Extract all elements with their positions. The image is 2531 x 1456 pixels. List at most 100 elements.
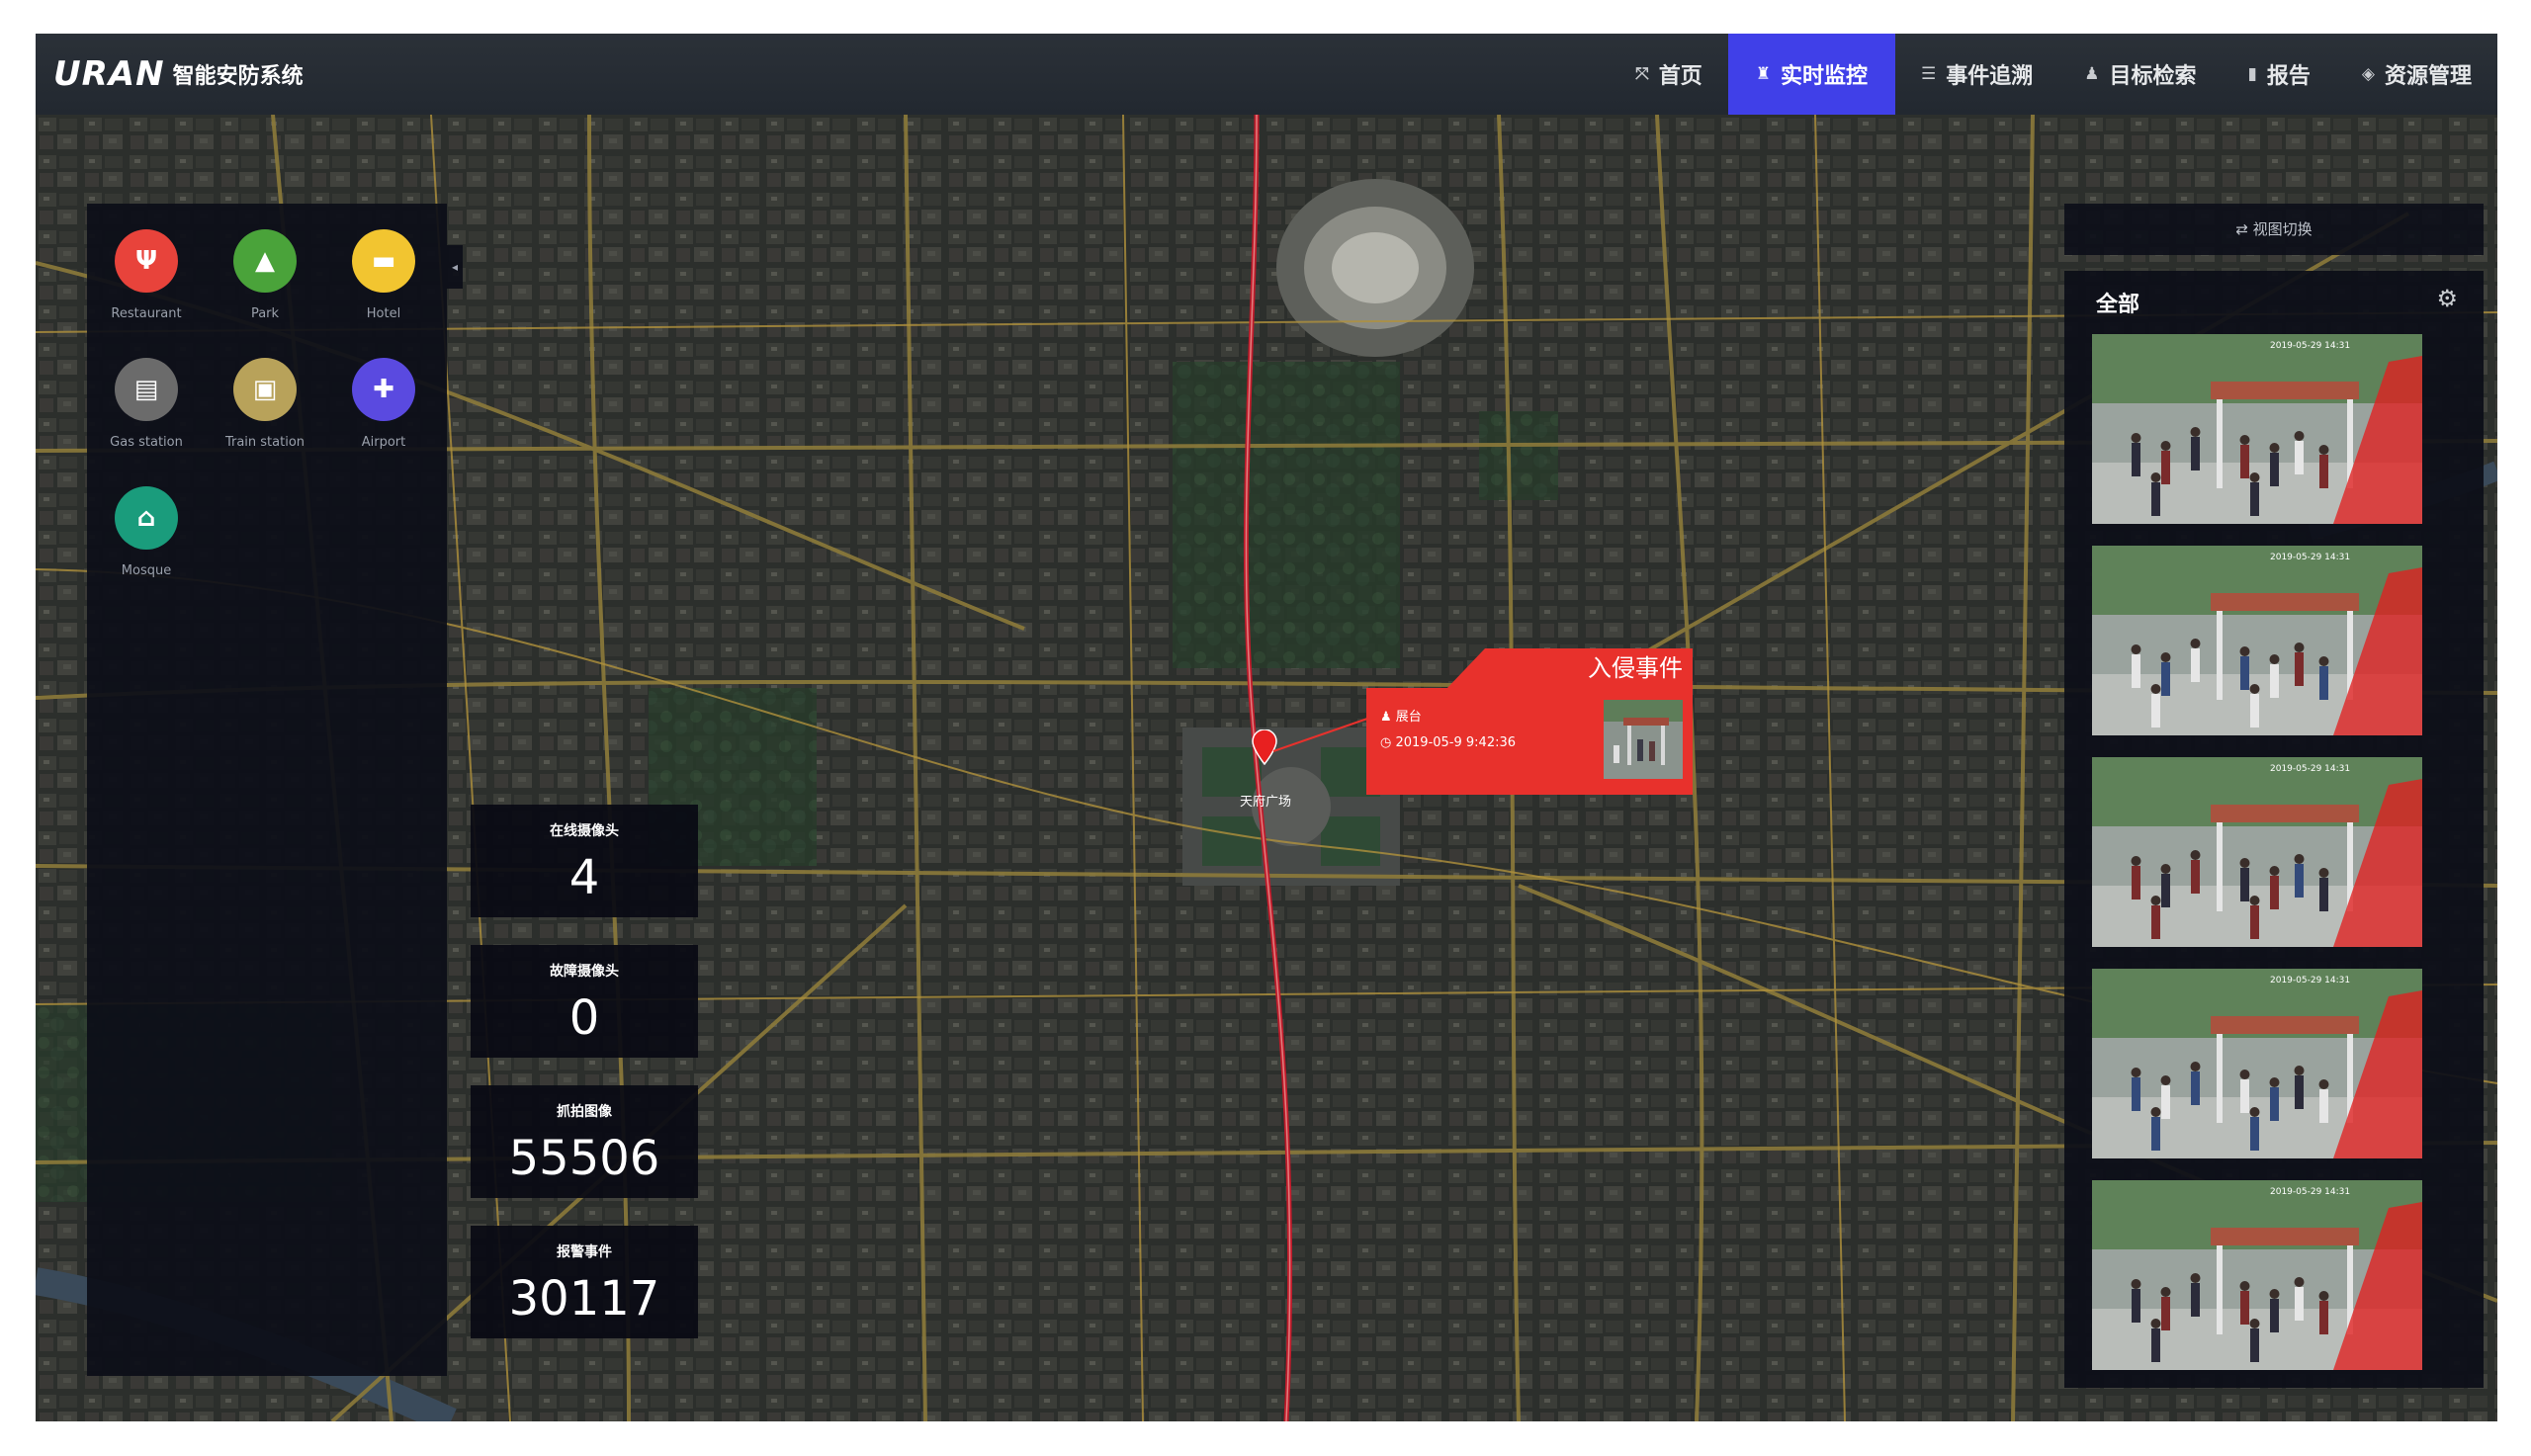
poi-label: Park [250,306,280,321]
poi-label: Mosque [121,563,172,578]
camera-feed[interactable]: 2019-05-29 14:31 [2092,969,2422,1158]
feed-timestamp: 2019-05-29 14:31 [2270,764,2350,774]
alert-snapshot-thumbnail[interactable] [1604,700,1683,779]
nav-realtime-monitor[interactable]: ♜ 实时监控 [1727,34,1895,115]
mosque-icon: ⌂ [115,486,178,550]
feed-person-head [2131,433,2141,443]
nav-label: 报告 [2266,64,2311,89]
switch-icon: ⇄ [2235,220,2253,238]
feed-person-head [2131,1068,2141,1077]
poi-park[interactable]: ▲ Park [206,229,324,321]
app-window: URAN 智能安防系统 ⤧ 首页 ♜ 实时监控 ☰ 事件追溯 ♟ 目标检索 ▮ 报告 ◈ 资… [36,34,2497,1421]
main-nav: ⤧ 首页 ♜ 实时监控 ☰ 事件追溯 ♟ 目标检索 ▮ 报告 ◈ 资源管理 [1610,34,2497,115]
feed-canopy-pillar [2217,611,2223,700]
feed-person [2319,1089,2328,1123]
feed-person-head [2318,445,2329,455]
feed-timestamp: 2019-05-29 14:31 [2270,1187,2350,1197]
intrusion-alert-popup[interactable]: 入侵事件 ♟ 展台 ◷ 2019-05-9 9:42:36 [1366,648,1693,795]
feed-person-head [2190,427,2201,437]
camera-feed-panel: 全部 ⚙ 2019-05-29 14:31 2019-05-29 14:31 2… [2064,271,2484,1388]
train-station-icon: ▣ [233,358,297,421]
feed-canopy-roof [2211,1228,2359,1245]
nav-home[interactable]: ⤧ 首页 [1610,34,1728,115]
feed-person [2240,445,2249,478]
feed-person [2161,1085,2170,1119]
feed-person-head [2160,1287,2171,1297]
poi-label: Airport [361,435,406,450]
feed-person [2191,1283,2200,1317]
feed-person-head [2269,1077,2280,1087]
feed-person-head [2249,472,2260,482]
camera-feed[interactable]: 2019-05-29 14:31 [2092,757,2422,947]
feed-person [2319,666,2328,700]
location-icon: ♟ [1380,710,1396,725]
poi-category-panel: Ψ Restaurant ▲ Park ▬ Hotel ▤ Gas statio… [87,204,447,1376]
feed-person-head [2190,639,2201,648]
collapse-panel-button[interactable]: ◂ [447,245,463,289]
feed-person-head [2160,864,2171,874]
feed-person [2151,1117,2160,1151]
nav-event-trace[interactable]: ☰ 事件追溯 [1895,34,2058,115]
stat-alarm-events: 报警事件 30117 [471,1226,698,1338]
poi-label: Gas station [110,435,183,450]
gear-icon[interactable]: ⚙ [2436,285,2458,312]
camera-feed[interactable]: 2019-05-29 14:31 [2092,334,2422,524]
stat-label: 在线摄像头 [550,823,619,839]
feed-person [2250,905,2259,939]
feed-person [2295,1287,2304,1321]
camera-feed[interactable]: 2019-05-29 14:31 [2092,546,2422,735]
target-search-icon: ♟ [2084,64,2100,84]
feed-person [2295,864,2304,898]
park-icon: ▲ [233,229,297,293]
poi-label: Train station [224,435,305,450]
poi-train-station[interactable]: ▣ Train station [206,358,324,450]
nav-report[interactable]: ▮ 报告 [2223,34,2336,115]
alert-time: 2019-05-9 9:42:36 [1395,735,1517,750]
feed-person-head [2318,1079,2329,1089]
feed-person-head [2150,1107,2161,1117]
nav-target-search[interactable]: ♟ 目标检索 [2058,34,2222,115]
poi-gas-station[interactable]: ▤ Gas station [87,358,206,450]
poi-mosque[interactable]: ⌂ Mosque [87,486,206,578]
poi-airport[interactable]: ✚ Airport [324,358,443,450]
feed-person-head [2160,652,2171,662]
feed-person-head [2239,858,2250,868]
nav-resource-management[interactable]: ◈ 资源管理 [2336,34,2497,115]
feed-person-head [2269,866,2280,876]
feed-person [2240,1291,2249,1325]
feed-person [2132,866,2140,899]
feed-person [2191,860,2200,894]
poi-hotel[interactable]: ▬ Hotel [324,229,443,321]
feed-person-head [2294,642,2305,652]
alert-time-row: ◷ 2019-05-9 9:42:36 [1380,735,1516,750]
feed-person [2151,694,2160,728]
view-switch-button[interactable]: ⇄ 视图切换 [2064,204,2484,255]
feed-person-head [2239,646,2250,656]
feed-canopy-pillar [2217,822,2223,911]
feed-person [2132,654,2140,688]
feed-canopy-roof [2211,593,2359,611]
feed-person-head [2160,1075,2171,1085]
feed-person [2161,451,2170,484]
feed-person [2161,662,2170,696]
feed-person [2240,1079,2249,1113]
alert-connector-line [1272,717,1371,752]
alert-title: 入侵事件 [1588,654,1683,682]
feed-person-head [2269,1289,2280,1299]
poi-restaurant[interactable]: Ψ Restaurant [87,229,206,321]
feed-person [2240,656,2249,690]
feed-person-head [2131,644,2141,654]
poi-label: Restaurant [111,306,182,321]
feed-person-head [2249,684,2260,694]
camera-feed[interactable]: 2019-05-29 14:31 [2092,1180,2422,1370]
feed-person-head [2269,443,2280,453]
resource-icon: ◈ [2361,64,2375,84]
feed-person-head [2131,1279,2141,1289]
feed-person [2161,874,2170,907]
report-icon: ▮ [2247,64,2257,84]
feed-person-head [2150,896,2161,905]
feed-person-head [2239,1281,2250,1291]
feed-person [2250,482,2259,516]
stat-label: 故障摄像头 [550,964,619,980]
feed-person-head [2150,472,2161,482]
